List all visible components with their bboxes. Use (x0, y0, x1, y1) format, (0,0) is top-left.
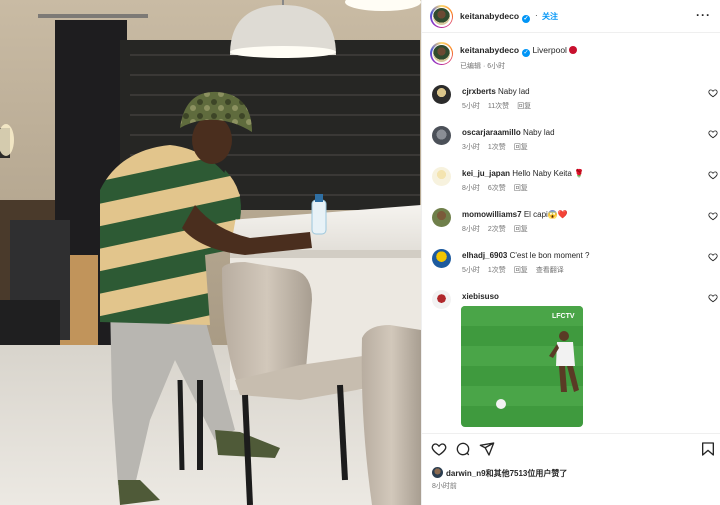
comment-item: momowilliams7 El capi😱❤️ 8小时 2次赞 回复 (422, 206, 720, 240)
heart-icon[interactable] (708, 211, 718, 221)
comment-body: Naby lad (498, 87, 530, 96)
post-header: keitanabydeco ✓ · 关注 ··· (422, 0, 720, 33)
liker-username[interactable]: darwin_n9 (446, 469, 486, 478)
likes-summary[interactable]: darwin_n9和其他7513位用户赞了 (432, 467, 567, 479)
reply-button[interactable]: 回复 (517, 103, 531, 110)
comment-username[interactable]: momowilliams7 (462, 210, 522, 219)
post-actions: darwin_n9和其他7513位用户赞了 8小时前 (422, 433, 720, 505)
comment-icon[interactable] (455, 441, 471, 457)
comment-username[interactable]: elhadj_6903 (462, 251, 507, 260)
comment-time: 5小时 (462, 267, 480, 274)
liker-avatar (432, 467, 443, 478)
comment-item: elhadj_6903 C'est le bon moment ? 5小时 1次赞… (422, 247, 720, 281)
share-icon[interactable] (479, 441, 495, 457)
comment-text: kei_ju_japan Hello Naby Keita 🌹 (462, 169, 584, 178)
comment-item: kei_ju_japan Hello Naby Keita 🌹 8小时 6次赞 回复 (422, 165, 720, 199)
comment-body: Naby lad (522, 128, 555, 137)
caption-line: keitanabydeco ✓ Liverpool (460, 45, 577, 57)
verified-badge-icon: ✓ (522, 15, 531, 23)
more-dots-icon[interactable]: ··· (696, 8, 711, 22)
commenter-avatar[interactable] (432, 167, 451, 186)
comment-meta: 3小时 1次赞 回复 (462, 142, 536, 152)
commenter-avatar[interactable] (432, 290, 451, 309)
comment-username[interactable]: xiebisuso (462, 292, 499, 301)
comment-body: El capi😱❤️ (523, 210, 568, 219)
comment-item: cjrxberts Naby lad 5小时 11次赞 回复 (422, 83, 720, 117)
comment-likes[interactable]: 1次赞 (488, 144, 506, 151)
comment-body: Hello Naby Keita 🌹 (512, 169, 585, 178)
comment-time: 3小时 (462, 144, 480, 151)
red-circle-emoji (568, 46, 577, 54)
instagram-post: keitanabydeco ✓ · 关注 ··· keitanabydeco ✓ L… (0, 0, 720, 505)
lfctv-watermark: LFCTV (552, 313, 575, 320)
post-caption: keitanabydeco ✓ Liverpool 已编辑 · 6小时 (422, 40, 720, 76)
commenter-avatar[interactable] (432, 85, 451, 104)
post-photo[interactable] (0, 0, 421, 505)
comment-meta: 5小时 11次赞 回复 (462, 101, 539, 111)
comment-item: oscarjaraamillo Naby lad 3小时 1次赞 回复 (422, 124, 720, 158)
comment-media-thumbnail[interactable]: LFCTV (461, 306, 583, 427)
comment-meta: 5小时 1次赞 回复 查看翻译 (462, 265, 572, 275)
comment-username[interactable]: kei_ju_japan (462, 169, 510, 178)
comment-time: 5小时 (462, 103, 480, 110)
comment-likes[interactable]: 1次赞 (488, 267, 506, 274)
caption-avatar[interactable] (430, 42, 453, 65)
pitch-illustration: LFCTV (461, 306, 583, 427)
reply-button[interactable]: 回复 (514, 185, 528, 192)
comment-time: 8小时 (462, 226, 480, 233)
caption-username[interactable]: keitanabydeco (460, 45, 519, 55)
likes-count: 和其他7513位用户赞了 (485, 469, 568, 478)
comment-likes[interactable]: 2次赞 (488, 226, 506, 233)
comment-likes[interactable]: 11次赞 (488, 103, 509, 110)
commenter-avatar[interactable] (432, 208, 451, 227)
comment-text: elhadj_6903 C'est le bon moment ? (462, 251, 589, 260)
comment-text: xiebisuso (462, 292, 499, 301)
comment-body: C'est le bon moment ? (509, 251, 590, 260)
heart-icon[interactable] (708, 88, 718, 98)
comment-text: momowilliams7 El capi😱❤️ (462, 210, 568, 219)
verified-badge-icon: ✓ (522, 49, 531, 57)
caption-meta: 已编辑 · 6小时 (460, 63, 506, 70)
heart-icon[interactable] (431, 441, 447, 457)
heart-icon[interactable] (708, 129, 718, 139)
comment-likes[interactable]: 6次赞 (488, 185, 506, 192)
commenter-avatar[interactable] (432, 249, 451, 268)
comment-time: 8小时 (462, 185, 480, 192)
author-avatar[interactable] (430, 5, 453, 28)
comment-username[interactable]: oscarjaraamillo (462, 128, 521, 137)
post-side-panel: keitanabydeco ✓ · 关注 ··· keitanabydeco ✓ L… (421, 0, 720, 505)
photo-illustration (0, 0, 421, 505)
heart-icon[interactable] (708, 252, 718, 262)
post-time: 8小时前 (432, 483, 457, 490)
reply-button[interactable]: 回复 (514, 144, 528, 151)
caption-text: Liverpool (532, 45, 567, 55)
comment-meta: 8小时 6次赞 回复 (462, 183, 536, 193)
comment-text: cjrxberts Naby lad (462, 87, 530, 96)
reply-button[interactable]: 回复 (514, 226, 528, 233)
comment-meta: 8小时 2次赞 回复 (462, 224, 536, 234)
follow-button[interactable]: 关注 (542, 11, 558, 22)
heart-icon[interactable] (708, 170, 718, 180)
bookmark-icon[interactable] (700, 441, 716, 457)
author-username[interactable]: keitanabydeco ✓ (460, 11, 531, 23)
commenter-avatar[interactable] (432, 126, 451, 145)
reply-button[interactable]: 回复 (514, 267, 528, 274)
comment-username[interactable]: cjrxberts (462, 87, 496, 96)
see-translation-link[interactable]: 查看翻译 (536, 267, 564, 274)
separator-dot: · (535, 11, 538, 20)
heart-icon[interactable] (708, 293, 718, 303)
comment-text: oscarjaraamillo Naby lad (462, 128, 555, 137)
